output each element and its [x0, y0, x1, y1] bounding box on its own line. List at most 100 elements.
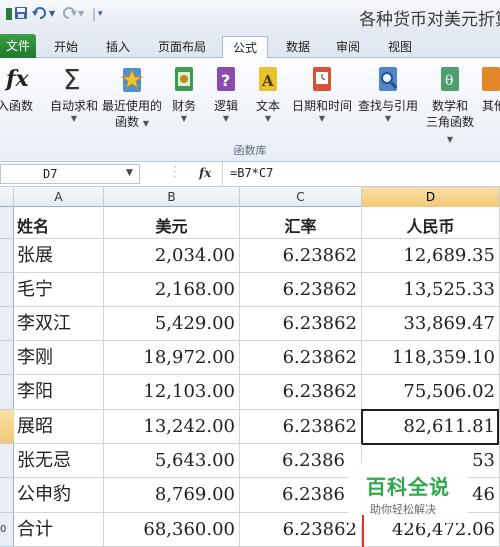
- cell-cny[interactable]: 12,689.35: [362, 239, 500, 273]
- cell-cny[interactable]: 118,359.10: [362, 341, 500, 375]
- cell-rate[interactable]: 6.23862: [240, 341, 362, 375]
- formula-input[interactable]: =B7*C7: [230, 166, 273, 180]
- row-headers: 0: [0, 207, 14, 547]
- tab-file[interactable]: 文件: [0, 34, 36, 58]
- cell-name[interactable]: 张展: [14, 239, 104, 273]
- cell-rate[interactable]: 6.23862: [240, 410, 362, 444]
- column-headers: A B C D: [0, 187, 500, 207]
- row-header[interactable]: [0, 273, 14, 307]
- undo-icon[interactable]: [32, 6, 48, 22]
- lookup-book-icon: [373, 64, 403, 94]
- document-title: 各种货币对美元折算: [359, 10, 500, 30]
- svg-text:θ: θ: [445, 73, 453, 89]
- row-header[interactable]: [0, 239, 14, 273]
- cell-name[interactable]: 张无忌: [14, 444, 104, 478]
- tab-view[interactable]: 视图: [378, 36, 422, 58]
- row-header[interactable]: [0, 207, 14, 239]
- financial-button[interactable]: 财务 ▼: [166, 64, 202, 124]
- name-box[interactable]: D7: [0, 164, 140, 184]
- autosum-button[interactable]: Σ 自动求和 ▼: [46, 63, 102, 124]
- tab-insert[interactable]: 插入: [96, 36, 140, 58]
- cell-name[interactable]: 李双江: [14, 307, 104, 341]
- cell-name[interactable]: 李刚: [14, 341, 104, 375]
- tab-home[interactable]: 开始: [44, 36, 88, 58]
- star-book-icon: [117, 64, 147, 94]
- row-header[interactable]: 0: [0, 513, 14, 547]
- row-header[interactable]: [0, 375, 14, 410]
- cell-total-label[interactable]: 合计: [14, 513, 104, 547]
- logic-book-icon: ?: [211, 64, 241, 94]
- column-header-b[interactable]: B: [104, 187, 240, 207]
- lookup-reference-label: 查找与引用: [357, 99, 418, 113]
- financial-label: 财务: [171, 99, 196, 113]
- formula-bar-grip[interactable]: ⋮: [168, 164, 182, 180]
- cell-usd[interactable]: 5,643.00: [104, 444, 240, 478]
- row-header[interactable]: [0, 307, 14, 341]
- cell-total-usd[interactable]: 68,360.00: [104, 513, 240, 547]
- cell-rate[interactable]: 6.2386: [240, 444, 362, 478]
- cell-usd[interactable]: 8,769.00: [104, 478, 240, 513]
- recent-functions-label: 最近使用的: [101, 99, 162, 113]
- tab-page-layout[interactable]: 页面布局: [148, 36, 216, 58]
- row-header[interactable]: [0, 444, 14, 478]
- cell-rate[interactable]: 6.23862: [240, 375, 362, 410]
- header-cell-cny[interactable]: 人民币: [362, 207, 500, 239]
- tab-review[interactable]: 审阅: [326, 36, 370, 58]
- more-functions-button[interactable]: 其他: [482, 64, 500, 114]
- cell-rate[interactable]: 6.23862: [240, 307, 362, 341]
- cell-rate[interactable]: 6.23862: [240, 273, 362, 307]
- cell-usd[interactable]: 2,034.00: [104, 239, 240, 273]
- cell-usd[interactable]: 18,972.00: [104, 341, 240, 375]
- column-header-d[interactable]: D: [362, 187, 500, 207]
- formula-bar-divider: [222, 162, 223, 186]
- row-header-selected[interactable]: [0, 410, 14, 444]
- cell-rate[interactable]: 6.2386: [240, 478, 362, 513]
- recent-functions-label2: 函数: [115, 115, 140, 129]
- redo-dropdown-icon[interactable]: ▼: [78, 6, 84, 22]
- fx-button[interactable]: fx: [199, 166, 211, 180]
- cell-name[interactable]: 公申豹: [14, 478, 104, 513]
- header-cell-name[interactable]: 姓名: [14, 207, 104, 239]
- cell-usd[interactable]: 13,242.00: [104, 410, 240, 444]
- date-time-button[interactable]: 日期和时间 ▼: [290, 64, 354, 124]
- tab-formulas[interactable]: 公式: [222, 36, 268, 59]
- cell-rate[interactable]: 6.23862: [240, 239, 362, 273]
- tab-data[interactable]: 数据: [276, 36, 320, 58]
- logical-caret: ▼: [222, 114, 230, 123]
- cell-cny[interactable]: 33,869.47: [362, 307, 500, 341]
- lookup-reference-button[interactable]: 查找与引用 ▼: [356, 64, 420, 124]
- logical-button[interactable]: ? 逻辑 ▼: [208, 64, 244, 124]
- cell-cny[interactable]: 13,525.33: [362, 273, 500, 307]
- insert-function-button[interactable]: fx 入函数: [0, 64, 36, 114]
- cell-cny-active[interactable]: 82,611.81: [362, 410, 500, 444]
- row-header[interactable]: [0, 341, 14, 375]
- qa-separator: |: [92, 7, 97, 21]
- cell-name[interactable]: 毛宁: [14, 273, 104, 307]
- title-bar: ▼ ▼ | ▾ 各种货币对美元折算: [0, 0, 500, 33]
- lookup-reference-caret: ▼: [384, 114, 392, 123]
- name-box-dropdown-icon[interactable]: ▼: [126, 168, 133, 178]
- recent-functions-button[interactable]: 最近使用的 函数 ▼: [100, 64, 164, 130]
- header-cell-rate[interactable]: 汇率: [240, 207, 362, 239]
- cell-name[interactable]: 李阳: [14, 375, 104, 410]
- math-book-icon: θ: [435, 64, 465, 94]
- cell-total-rate[interactable]: 6.23862: [240, 513, 362, 547]
- text-button[interactable]: A 文本 ▼: [250, 64, 286, 124]
- select-all-corner[interactable]: [0, 187, 14, 207]
- column-header-c[interactable]: C: [240, 187, 362, 207]
- undo-dropdown-icon[interactable]: ▼: [49, 6, 55, 22]
- redo-icon[interactable]: [61, 6, 77, 22]
- cell-cny[interactable]: 75,506.02: [362, 375, 500, 410]
- watermark-title: 百科全说: [366, 475, 450, 499]
- customize-qa-icon[interactable]: ▾: [98, 6, 103, 22]
- cell-name[interactable]: 展昭: [14, 410, 104, 444]
- math-trig-button[interactable]: θ 数学和 三角函数 ▼: [422, 64, 478, 146]
- cell-usd[interactable]: 12,103.00: [104, 375, 240, 410]
- row-header[interactable]: [0, 478, 14, 513]
- column-header-a[interactable]: A: [14, 187, 104, 207]
- insert-function-icon: fx: [0, 64, 30, 94]
- cell-usd[interactable]: 2,168.00: [104, 273, 240, 307]
- cell-usd[interactable]: 5,429.00: [104, 307, 240, 341]
- save-icon[interactable]: [14, 6, 28, 22]
- header-cell-usd[interactable]: 美元: [104, 207, 240, 239]
